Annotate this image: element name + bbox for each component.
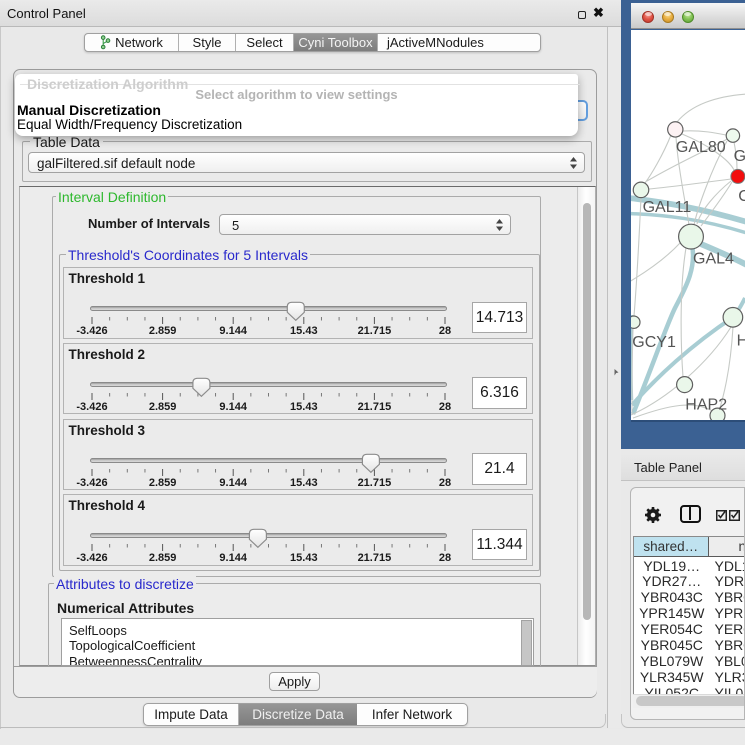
svg-text:-3.426: -3.426 [76, 401, 107, 413]
svg-text:15.43: 15.43 [290, 552, 318, 564]
svg-text:28: 28 [439, 552, 451, 564]
svg-text:9.144: 9.144 [219, 552, 247, 564]
svg-text:21.715: 21.715 [358, 552, 392, 564]
svg-text:GCY1: GCY1 [632, 334, 676, 351]
svg-text:GAL4: GAL4 [693, 251, 734, 268]
svg-text:9.144: 9.144 [219, 325, 247, 337]
svg-text:HAP2: HAP2 [685, 397, 727, 414]
svg-text:GAL80: GAL80 [676, 139, 726, 156]
svg-text:GAL11: GAL11 [643, 199, 692, 216]
svg-text:-3.426: -3.426 [76, 477, 107, 489]
svg-text:2.859: 2.859 [149, 477, 177, 489]
svg-text:21.715: 21.715 [358, 401, 392, 413]
svg-text:2.859: 2.859 [149, 325, 177, 337]
svg-text:9.144: 9.144 [219, 401, 247, 413]
svg-text:9.144: 9.144 [219, 477, 247, 489]
svg-text:21.715: 21.715 [358, 325, 392, 337]
svg-text:H: H [737, 333, 745, 350]
svg-text:G.: G. [734, 148, 745, 165]
svg-text:15.43: 15.43 [290, 477, 318, 489]
svg-text:C: C [738, 188, 745, 205]
svg-text:15.43: 15.43 [290, 325, 318, 337]
svg-text:2.859: 2.859 [149, 552, 177, 564]
svg-text:-3.426: -3.426 [76, 552, 107, 564]
svg-text:15.43: 15.43 [290, 401, 318, 413]
svg-text:21.715: 21.715 [358, 477, 392, 489]
svg-text:-3.426: -3.426 [76, 325, 107, 337]
svg-text:28: 28 [439, 477, 451, 489]
svg-text:28: 28 [439, 401, 451, 413]
svg-text:28: 28 [439, 325, 451, 337]
svg-text:2.859: 2.859 [149, 401, 177, 413]
